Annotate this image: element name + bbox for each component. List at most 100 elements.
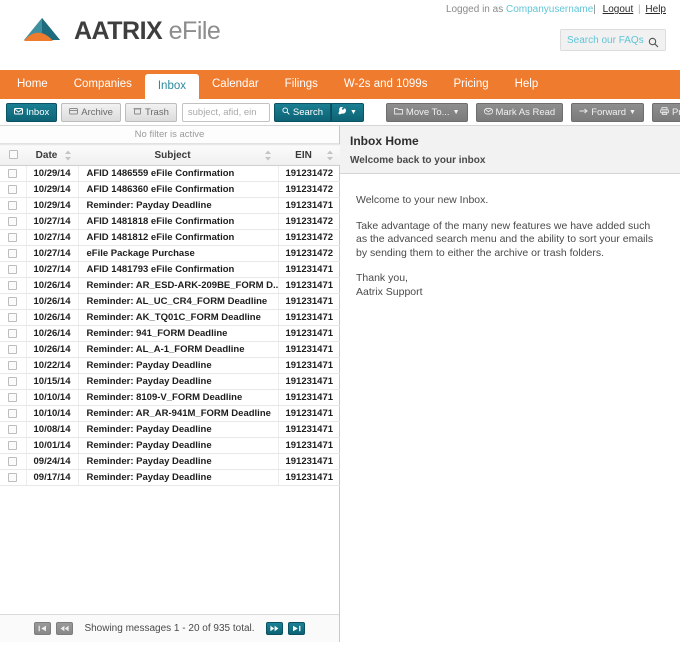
next-page-button[interactable] [266,622,283,635]
row-checkbox[interactable] [8,329,17,338]
row-subject[interactable]: AFID 1486360 eFile Confirmation [78,182,278,198]
row-checkbox[interactable] [8,281,17,290]
row-checkbox-cell[interactable] [0,198,26,214]
row-checkbox[interactable] [8,345,17,354]
row-subject[interactable]: Reminder: Payday Deadline [78,358,278,374]
column-date[interactable]: Date [26,145,78,166]
column-subject[interactable]: Subject [78,145,278,166]
row-checkbox-cell[interactable] [0,374,26,390]
nav-item-calendar[interactable]: Calendar [199,70,272,99]
row-checkbox-cell[interactable] [0,406,26,422]
brand-logo[interactable]: AATRIX eFile [22,16,220,46]
nav-item-w2s-and-1099s[interactable]: W-2s and 1099s [331,70,441,99]
row-checkbox[interactable] [8,233,17,242]
row-checkbox-cell[interactable] [0,246,26,262]
row-checkbox-cell[interactable] [0,166,26,182]
row-checkbox-cell[interactable] [0,262,26,278]
print-button[interactable]: Print [652,103,680,122]
row-subject[interactable]: Reminder: AR_ESD-ARK-209BE_FORM D... [78,278,278,294]
table-row[interactable]: 10/27/14AFID 1481812 eFile Confirmation1… [0,230,340,246]
row-checkbox-cell[interactable] [0,278,26,294]
trash-folder-button[interactable]: Trash [125,103,177,122]
nav-item-help[interactable]: Help [502,70,552,99]
row-subject[interactable]: AFID 1481793 eFile Confirmation [78,262,278,278]
search-button[interactable]: Search [274,103,331,122]
sort-toggle-icon[interactable] [326,150,334,161]
sort-toggle-icon[interactable] [64,150,72,161]
row-subject[interactable]: Reminder: AR_AR-941M_FORM Deadline [78,406,278,422]
table-row[interactable]: 09/24/14Reminder: Payday Deadline1912314… [0,454,340,470]
table-row[interactable]: 10/27/14AFID 1481793 eFile Confirmation1… [0,262,340,278]
row-subject[interactable]: Reminder: 941_FORM Deadline [78,326,278,342]
row-checkbox-cell[interactable] [0,310,26,326]
table-row[interactable]: 10/26/14Reminder: AK_TQ01C_FORM Deadline… [0,310,340,326]
row-checkbox-cell[interactable] [0,438,26,454]
row-checkbox[interactable] [8,249,17,258]
row-checkbox[interactable] [8,393,17,402]
row-checkbox-cell[interactable] [0,182,26,198]
column-select-all[interactable] [0,145,26,166]
row-checkbox-cell[interactable] [0,326,26,342]
row-checkbox[interactable] [8,297,17,306]
row-subject[interactable]: AFID 1481818 eFile Confirmation [78,214,278,230]
row-checkbox-cell[interactable] [0,230,26,246]
row-checkbox[interactable] [8,473,17,482]
previous-page-button[interactable] [56,622,73,635]
row-subject[interactable]: Reminder: 8109-V_FORM Deadline [78,390,278,406]
row-checkbox-cell[interactable] [0,422,26,438]
table-row[interactable]: 10/26/14Reminder: AR_ESD-ARK-209BE_FORM … [0,278,340,294]
table-row[interactable]: 10/01/14Reminder: Payday Deadline1912314… [0,438,340,454]
forward-button[interactable]: Forward ▼ [571,103,644,122]
row-subject[interactable]: Reminder: AL_UC_CR4_FORM Deadline [78,294,278,310]
table-row[interactable]: 10/29/14AFID 1486360 eFile Confirmation1… [0,182,340,198]
table-row[interactable]: 10/22/14Reminder: Payday Deadline1912314… [0,358,340,374]
row-checkbox[interactable] [8,217,17,226]
nav-item-companies[interactable]: Companies [61,70,145,99]
table-row[interactable]: 09/17/14Reminder: Payday Deadline1912314… [0,470,340,486]
row-checkbox-cell[interactable] [0,454,26,470]
nav-item-filings[interactable]: Filings [272,70,331,99]
faq-search-box[interactable]: Search our FAQs [560,29,666,51]
row-checkbox[interactable] [8,457,17,466]
inbox-folder-button[interactable]: Inbox [6,103,57,122]
table-row[interactable]: 10/27/14eFile Package Purchase191231472 [0,246,340,262]
row-subject[interactable]: Reminder: Payday Deadline [78,470,278,486]
row-subject[interactable]: Reminder: Payday Deadline [78,198,278,214]
row-checkbox-cell[interactable] [0,390,26,406]
table-row[interactable]: 10/15/14Reminder: Payday Deadline1912314… [0,374,340,390]
mark-as-read-button[interactable]: Mark As Read [476,103,564,122]
help-link[interactable]: Help [645,4,666,15]
row-checkbox[interactable] [8,377,17,386]
nav-item-inbox[interactable]: Inbox [145,74,199,99]
row-checkbox-cell[interactable] [0,342,26,358]
row-subject[interactable]: eFile Package Purchase [78,246,278,262]
row-checkbox[interactable] [8,313,17,322]
archive-folder-button[interactable]: Archive [61,103,121,122]
row-checkbox[interactable] [8,361,17,370]
sort-toggle-icon[interactable] [264,150,272,161]
row-subject[interactable]: Reminder: Payday Deadline [78,438,278,454]
move-to-button[interactable]: Move To... ▼ [386,103,468,122]
table-row[interactable]: 10/26/14Reminder: AL_UC_CR4_FORM Deadlin… [0,294,340,310]
last-page-button[interactable] [288,622,305,635]
row-subject[interactable]: AFID 1481812 eFile Confirmation [78,230,278,246]
row-checkbox-cell[interactable] [0,214,26,230]
table-row[interactable]: 10/29/14AFID 1486559 eFile Confirmation1… [0,166,340,182]
search-input[interactable] [182,103,270,122]
row-checkbox-cell[interactable] [0,294,26,310]
table-row[interactable]: 10/10/14Reminder: 8109-V_FORM Deadline19… [0,390,340,406]
nav-item-pricing[interactable]: Pricing [440,70,501,99]
row-subject[interactable]: Reminder: Payday Deadline [78,454,278,470]
nav-item-home[interactable]: Home [4,70,61,99]
advanced-search-button[interactable]: ▼ [331,103,364,122]
first-page-button[interactable] [34,622,51,635]
row-checkbox[interactable] [8,425,17,434]
row-checkbox[interactable] [8,265,17,274]
row-checkbox-cell[interactable] [0,470,26,486]
row-subject[interactable]: Reminder: AK_TQ01C_FORM Deadline [78,310,278,326]
row-subject[interactable]: AFID 1486559 eFile Confirmation [78,166,278,182]
table-row[interactable]: 10/26/14Reminder: 941_FORM Deadline19123… [0,326,340,342]
row-checkbox[interactable] [8,201,17,210]
logout-link[interactable]: Logout [603,4,634,15]
row-subject[interactable]: Reminder: Payday Deadline [78,422,278,438]
